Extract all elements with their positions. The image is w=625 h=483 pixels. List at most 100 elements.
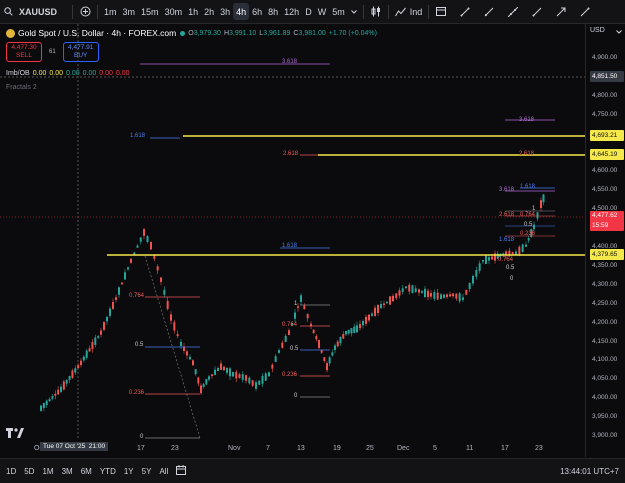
fib-label: 1.618 xyxy=(130,133,146,139)
fib-label: 0.764 xyxy=(282,322,298,328)
timeframe-3m[interactable]: 3m xyxy=(120,3,139,20)
range-5d[interactable]: 5D xyxy=(20,467,38,476)
timeframe-15m[interactable]: 15m xyxy=(138,3,162,20)
currency-selector[interactable]: USD xyxy=(590,27,605,34)
timeframe-3h[interactable]: 3h xyxy=(217,3,233,20)
candle-body xyxy=(414,288,417,292)
chevron-down-icon[interactable] xyxy=(348,3,360,20)
trend-line-icon[interactable] xyxy=(456,3,474,20)
info-line-icon[interactable] xyxy=(528,3,546,20)
candle-body xyxy=(186,351,188,356)
range-5y[interactable]: 5Y xyxy=(138,467,156,476)
indicator-fractals-row[interactable]: Fractals 2 xyxy=(6,80,377,94)
candle-body xyxy=(271,364,274,369)
candle-body xyxy=(306,314,309,319)
fib-label: 0.5 xyxy=(290,346,299,352)
candle-body xyxy=(320,350,323,353)
fib-label: 1.618 xyxy=(499,237,515,243)
time-label: 13 xyxy=(297,445,305,452)
candle-body xyxy=(80,360,82,366)
timeframe-w[interactable]: W xyxy=(315,3,330,20)
timeframe-6h[interactable]: 6h xyxy=(249,3,265,20)
fib-label: 0.236 xyxy=(520,231,536,237)
candle-body xyxy=(424,288,426,298)
candle-body xyxy=(458,293,461,302)
candle-body xyxy=(443,294,445,298)
crosshair-time-tag: Tue 07 Oct '25 21:00 xyxy=(40,442,109,451)
timeframe-5m[interactable]: 5m xyxy=(329,3,348,20)
buy-button[interactable]: 4,477.91 BUY xyxy=(62,42,99,62)
candle-body xyxy=(85,350,88,358)
candle-body xyxy=(411,285,414,293)
timeframe-d[interactable]: D xyxy=(302,3,315,20)
candle-body xyxy=(40,405,42,411)
trend-angle-icon[interactable] xyxy=(576,3,594,20)
candle-body xyxy=(127,267,129,270)
candle-body xyxy=(71,370,74,378)
candle-body xyxy=(536,212,539,219)
symbol-name[interactable]: XAUUSD xyxy=(16,3,60,20)
candle-body xyxy=(160,277,162,282)
candle-body xyxy=(74,368,77,373)
search-icon[interactable] xyxy=(0,3,16,20)
timeframe-8h[interactable]: 8h xyxy=(265,3,281,20)
level-tag-4693: 4,693.21 xyxy=(590,130,624,141)
candle-body xyxy=(229,368,231,377)
legend-title[interactable]: Gold Spot / U.S. Dollar · 4h · FOREX.com xyxy=(18,28,176,38)
sell-button[interactable]: 4,477.30 SELL xyxy=(6,42,42,62)
candle-body xyxy=(323,357,326,361)
indicator-value: 0.00 xyxy=(82,69,97,77)
timeframe-1h[interactable]: 1h xyxy=(185,3,201,20)
range-1y[interactable]: 1Y xyxy=(120,467,138,476)
price-label: 4,600.00 xyxy=(592,167,618,175)
time-label: 23 xyxy=(171,445,179,452)
change-value: +1.70 (+0.04%) xyxy=(328,29,377,37)
ray-tool-icon[interactable] xyxy=(480,3,498,20)
range-1d[interactable]: 1D xyxy=(2,467,20,476)
candle-body xyxy=(398,290,401,296)
range-6m[interactable]: 6M xyxy=(77,467,96,476)
indicators-button[interactable]: Ind xyxy=(410,3,426,20)
price-axis[interactable]: USD 4,900.004,850.004,800.004,750.004,70… xyxy=(585,24,625,457)
timeframe-12h[interactable]: 12h xyxy=(281,3,302,20)
date-range-calendar-icon[interactable] xyxy=(176,465,187,477)
range-3m[interactable]: 3M xyxy=(58,467,77,476)
chevron-down-icon[interactable] xyxy=(616,29,622,36)
timeframe-30m[interactable]: 30m xyxy=(162,3,186,20)
timeframe-4h[interactable]: 4h xyxy=(233,3,250,20)
fib-label: 1.618 xyxy=(282,243,298,249)
indicators-icon[interactable] xyxy=(392,3,410,20)
candle-body xyxy=(173,322,176,331)
candle-body xyxy=(401,288,404,292)
low-value: 3,961.89 xyxy=(263,29,291,37)
candle-body xyxy=(427,290,429,298)
timeframe-1m[interactable]: 1m xyxy=(101,3,120,20)
candle-body xyxy=(194,369,197,375)
candles-chart-type-icon[interactable] xyxy=(367,3,385,20)
compare-plus-icon[interactable] xyxy=(76,3,94,20)
extended-line-icon[interactable] xyxy=(504,3,522,20)
layout-icon[interactable] xyxy=(432,3,450,20)
indicator-imb-ob-row[interactable]: Imb/OB 0.00 0.00 0.00 0.00 0.00 0.00 xyxy=(6,66,377,80)
candle-body xyxy=(245,375,247,381)
toolbar-divider xyxy=(428,4,430,19)
fib-label: 3.618 xyxy=(519,117,535,123)
candle-body xyxy=(288,330,290,336)
range-all[interactable]: All xyxy=(155,467,172,476)
clock-timezone[interactable]: 13:44:01 UTC+7 xyxy=(560,467,619,476)
candle-body xyxy=(315,336,318,340)
candle-body xyxy=(211,374,213,376)
timeframe-2h[interactable]: 2h xyxy=(201,3,217,20)
time-label: 23 xyxy=(535,445,543,452)
toolbar-divider xyxy=(72,4,74,19)
price-label: 4,750.00 xyxy=(592,110,618,118)
time-axis[interactable]: Oc Tue 07 Oct '25 21:00 17 23 Nov 7 13 1… xyxy=(0,440,585,457)
candle-body xyxy=(57,389,60,395)
arrow-line-icon[interactable] xyxy=(552,3,570,20)
candle-body xyxy=(365,316,367,324)
level-tag-4645: 4,645.19 xyxy=(590,149,624,160)
range-ytd[interactable]: YTD xyxy=(96,467,120,476)
candle-body xyxy=(163,289,166,295)
candle-body xyxy=(353,326,356,333)
range-1m[interactable]: 1M xyxy=(38,467,57,476)
